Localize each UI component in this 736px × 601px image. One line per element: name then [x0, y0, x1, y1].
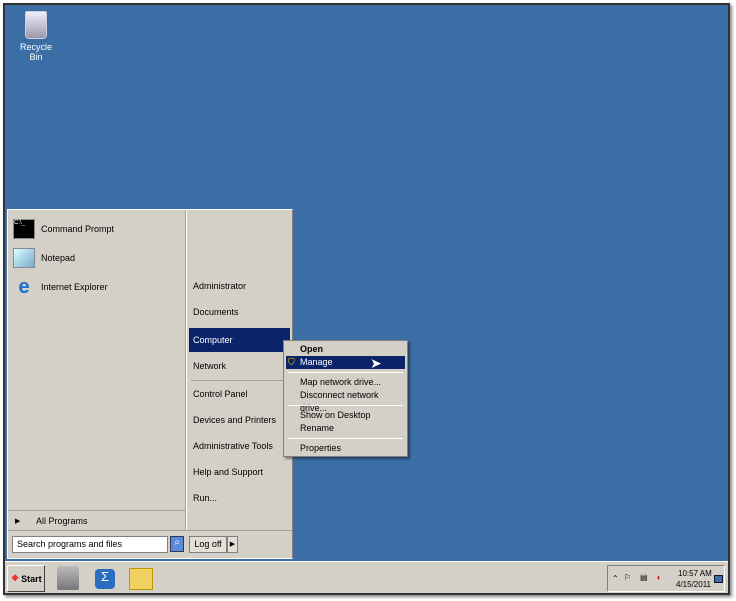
program-notepad[interactable]: Notepad [13, 245, 75, 271]
start-item-run[interactable]: Run... [189, 486, 290, 510]
search-input[interactable]: Search programs and files [12, 536, 168, 553]
recycle-bin-label: Recycle Bin [19, 42, 52, 62]
network-icon[interactable]: ▤ [640, 573, 648, 582]
ie-icon: e [18, 276, 30, 298]
shield-icon: ⛉ [288, 357, 295, 367]
start-item-devices-printers[interactable]: Devices and Printers [189, 408, 290, 432]
recycle-bin[interactable]: Recycle Bin [13, 11, 59, 62]
clock-time[interactable]: 10:57 AM [678, 569, 712, 578]
start-item-documents[interactable]: Documents [189, 300, 290, 324]
mouse-cursor-icon: ➤ [370, 355, 382, 371]
menu-item-open[interactable]: Open [286, 343, 405, 356]
volume-muted-icon[interactable]: ◖ [656, 573, 661, 582]
menu-item-map-drive[interactable]: Map network drive... [286, 376, 405, 389]
show-hidden-icons[interactable]: ⌃ [612, 574, 619, 583]
program-label: Notepad [41, 253, 76, 263]
menu-item-rename[interactable]: Rename [286, 422, 405, 435]
shutdown-options-button[interactable]: ▶ [227, 536, 238, 553]
menu-item-show-desktop[interactable]: Show on Desktop [286, 409, 405, 422]
start-label: Start [21, 573, 42, 584]
system-tray: ⌃ ⚐ ▤ ◖ 10:57 AM 4/15/2011 [607, 565, 725, 592]
divider [288, 372, 403, 373]
menu-item-manage[interactable]: ⛉ Manage [286, 356, 405, 369]
start-item-help[interactable]: Help and Support [189, 460, 290, 484]
search-icon[interactable]: ⌕ [170, 536, 184, 552]
start-item-network[interactable]: Network [189, 354, 290, 378]
menu-item-properties[interactable]: Properties [286, 442, 405, 455]
program-internet-explorer[interactable]: e Internet Explorer [13, 274, 108, 300]
program-label: Command Prompt [41, 224, 115, 234]
pinned-programs: C:\_ Command Prompt Notepad e Internet E… [8, 210, 185, 530]
all-programs[interactable]: ▶ All Programs [8, 510, 185, 530]
program-command-prompt[interactable]: C:\_ Command Prompt [13, 216, 114, 242]
powershell-icon[interactable]: Σ [95, 569, 115, 589]
start-item-control-panel[interactable]: Control Panel [189, 382, 290, 406]
all-programs-label: All Programs [36, 515, 88, 526]
start-button[interactable]: ❖ Start [7, 565, 45, 592]
divider [191, 380, 288, 381]
start-item-administrator[interactable]: Administrator [189, 274, 290, 298]
context-menu: Open ⛉ Manage Map network drive... Disco… [283, 340, 408, 457]
explorer-icon[interactable] [129, 568, 153, 590]
cmd-icon: C:\_ [13, 219, 35, 239]
divider [288, 405, 403, 406]
recycle-bin-icon [25, 11, 47, 39]
flag-icon[interactable]: ⚐ [624, 573, 631, 582]
start-bottom-bar: Search programs and files ⌕ Log off ▶ [8, 530, 292, 558]
start-item-computer[interactable]: Computer [189, 328, 290, 352]
start-right-pane: Administrator Documents Computer Network… [186, 210, 292, 530]
taskbar: ❖ Start Σ ⌃ ⚐ ▤ ◖ 10:57 AM 4/15/2011 [5, 561, 728, 593]
clock-date[interactable]: 4/15/2011 [676, 580, 711, 589]
windows-logo-icon: ❖ [11, 573, 20, 583]
server-manager-icon[interactable] [57, 566, 79, 590]
menu-item-label: Manage [300, 357, 333, 367]
menu-item-disconnect-drive[interactable]: Disconnect network drive... [286, 389, 405, 413]
show-desktop-icon[interactable] [714, 575, 723, 583]
start-menu: C:\_ Command Prompt Notepad e Internet E… [7, 209, 293, 559]
divider [288, 438, 403, 439]
desktop: Recycle Bin C:\_ Command Prompt Notepad … [3, 3, 730, 595]
notepad-icon [13, 248, 35, 268]
start-item-admin-tools[interactable]: Administrative Tools [189, 434, 290, 458]
arrow-right-icon: ▶ [15, 517, 21, 525]
log-off-button[interactable]: Log off [189, 536, 227, 553]
program-label: Internet Explorer [41, 282, 108, 292]
